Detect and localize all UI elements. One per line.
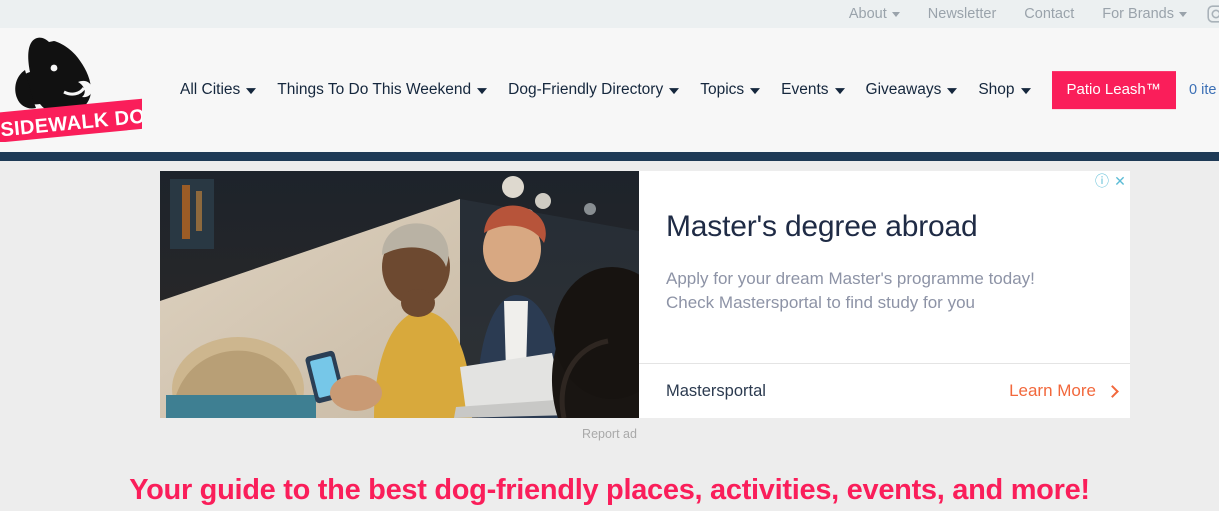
chevron-down-icon [477,88,488,94]
topbar-item-label: For Brands [1102,6,1174,22]
topbar-item-label: Newsletter [927,6,997,22]
chevron-down-icon [246,88,257,94]
instagram-icon[interactable] [1207,5,1219,23]
info-icon[interactable]: ⓘ [1094,173,1110,189]
nav-item-dog-friendly-directory[interactable]: Dog-Friendly Directory [508,81,700,99]
nav-item-shop[interactable]: Shop [978,81,1051,99]
cart-item-count[interactable]: 0 ite [1189,82,1216,98]
report-ad-link[interactable]: Report ad [0,427,1219,441]
ad-headline: Master's degree abroad [666,210,978,243]
nav-item-label: Things To Do This Weekend [277,81,472,98]
chevron-down-icon [891,11,900,17]
nav-item-label: Topics [700,81,745,98]
header-divider-bar [0,152,1219,161]
ad-image [160,171,639,418]
ad-description-line-1: Apply for your dream Master's programme … [666,269,1035,288]
ad-learn-more-link[interactable]: Learn More [1009,381,1119,401]
topbar-item-label: About [848,6,887,22]
ad-learn-more-label: Learn More [1009,381,1096,400]
topbar-item-label: Contact [1024,6,1075,22]
main-navigation: All Cities Things To Do This Weekend Dog… [180,71,1176,109]
nav-item-events[interactable]: Events [781,81,865,99]
topbar-item-newsletter[interactable]: Newsletter [914,6,1011,22]
nav-item-things-to-do-this-weekend[interactable]: Things To Do This Weekend [277,81,508,99]
ad-copy: Master's degree abroad Apply for your dr… [639,171,1130,363]
chevron-right-icon [1106,384,1119,398]
students-collaborating-photo [160,171,639,418]
top-utility-bar: About Newsletter Contact For Brands [0,0,1219,28]
ad-banner[interactable]: ⓘ ✕ Master's degree abroad Apply for you… [160,171,1130,418]
top-utility-nav: About Newsletter Contact For Brands [835,5,1219,23]
nav-item-label: Shop [978,81,1015,98]
patio-leash-button[interactable]: Patio Leash™ [1051,71,1176,109]
ad-description-line-2: Check Mastersportal to find study for yo… [666,293,975,313]
nav-item-label: Giveaways [865,81,942,98]
close-icon[interactable]: ✕ [1112,173,1128,189]
ad-choices-controls: ⓘ ✕ [1094,173,1128,189]
chevron-down-icon [834,88,845,94]
chevron-down-icon [669,88,680,94]
nav-item-giveaways[interactable]: Giveaways [866,81,979,99]
nav-item-label: All Cities [180,81,241,98]
topbar-item-contact[interactable]: Contact [1010,6,1088,22]
chevron-down-icon [1179,11,1187,17]
nav-item-all-cities[interactable]: All Cities [180,81,277,99]
ad-content: ⓘ ✕ Master's degree abroad Apply for you… [639,171,1130,418]
chevron-down-icon [947,88,958,94]
site-logo[interactable]: SIDEWALK DOG [0,30,142,142]
site-header: SIDEWALK DOG All Cities Things To Do Thi… [0,28,1219,152]
nav-item-label: Events [781,81,829,98]
advertisement-region: ⓘ ✕ Master's degree abroad Apply for you… [0,171,1219,441]
ad-advertiser-name: Mastersportal [666,381,766,400]
topbar-item-for-brands[interactable]: For Brands [1088,6,1201,22]
nav-item-topics[interactable]: Topics [700,81,781,99]
ad-description: Apply for your dream Master's programme … [666,267,1100,315]
chevron-down-icon [750,88,761,94]
ad-footer: Mastersportal Learn More [639,363,1130,418]
nav-item-label: Dog-Friendly Directory [508,81,664,98]
chevron-down-icon [1020,88,1031,94]
dog-head-icon [15,37,92,116]
topbar-item-about[interactable]: About [835,6,914,22]
page-tagline: Your guide to the best dog-friendly plac… [129,474,1090,506]
